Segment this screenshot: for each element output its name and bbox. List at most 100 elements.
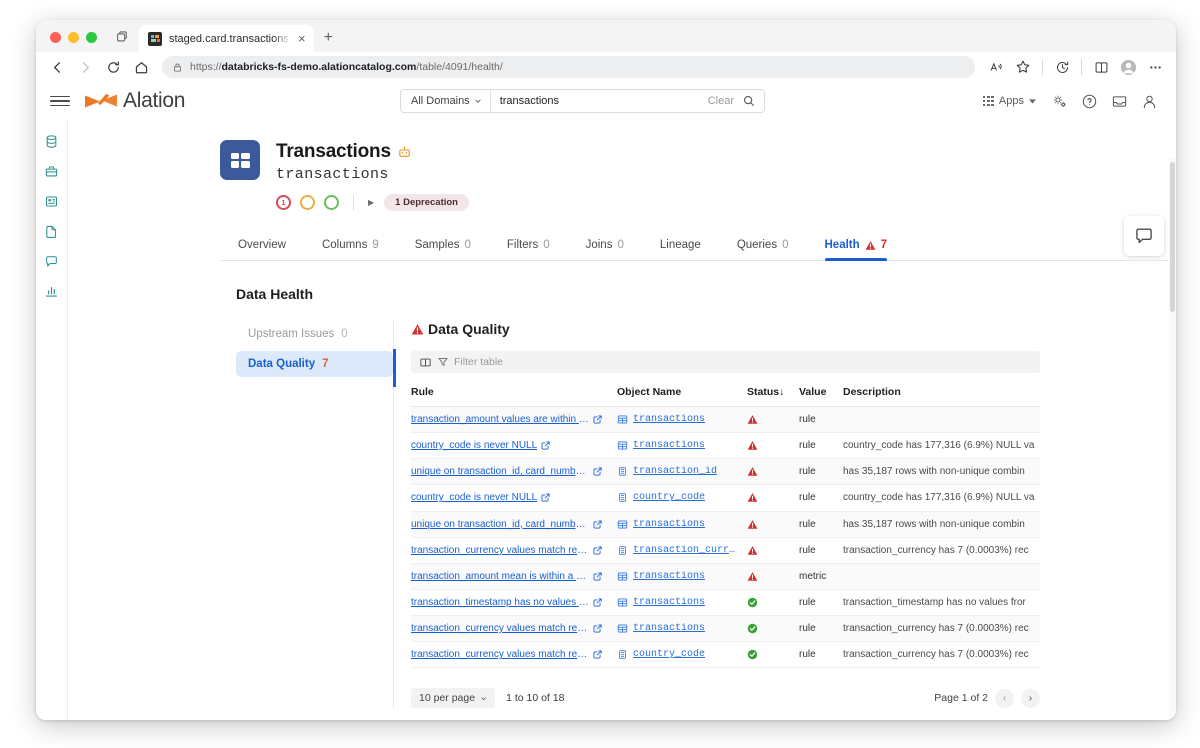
- close-tab-button[interactable]: ×: [298, 32, 306, 45]
- settings-gears-icon[interactable]: [1046, 88, 1072, 114]
- rule-link[interactable]: transaction_currency values match regex…: [411, 649, 589, 660]
- column-header-status[interactable]: Status↓: [747, 380, 799, 407]
- page-scrollbar[interactable]: [1169, 158, 1176, 720]
- tab-samples[interactable]: Samples 0: [397, 233, 489, 260]
- rule-link[interactable]: unique on transaction_id, card_number a…: [411, 466, 589, 477]
- tab-queries[interactable]: Queries 0: [719, 233, 807, 260]
- maximize-window-button[interactable]: [86, 32, 97, 43]
- profile-icon[interactable]: [1115, 54, 1141, 80]
- object-link[interactable]: transactions: [633, 571, 705, 582]
- history-icon[interactable]: [1049, 54, 1075, 80]
- external-link-icon[interactable]: [593, 572, 602, 581]
- settings-more-icon[interactable]: [1142, 54, 1168, 80]
- database-icon[interactable]: [41, 130, 63, 152]
- object-link[interactable]: transactions: [633, 519, 705, 530]
- back-icon[interactable]: [44, 54, 70, 80]
- document-icon[interactable]: [41, 220, 63, 242]
- tab-joins[interactable]: Joins 0: [568, 233, 642, 260]
- column-header-rule[interactable]: Rule: [411, 380, 617, 407]
- user-account-icon[interactable]: [1136, 88, 1162, 114]
- tab-lineage[interactable]: Lineage: [642, 233, 719, 260]
- column-header-object-name[interactable]: Object Name: [617, 380, 747, 407]
- new-tab-button[interactable]: +: [314, 29, 333, 52]
- object-link[interactable]: transactions: [633, 414, 705, 425]
- object-link[interactable]: transaction_id: [633, 466, 717, 477]
- external-link-icon[interactable]: [593, 520, 602, 529]
- tab-overview[interactable]: Overview: [220, 233, 304, 260]
- rule-link[interactable]: transaction_amount mean is within a pre…: [411, 571, 589, 582]
- column-header-value[interactable]: Value: [799, 380, 843, 407]
- rule-link[interactable]: transaction_timestamp has no values fro…: [411, 597, 589, 608]
- table-row[interactable]: transaction_currency values match regex……: [411, 537, 1040, 564]
- rule-link[interactable]: country_code is never NULL: [411, 492, 537, 503]
- inbox-icon[interactable]: [1106, 88, 1132, 114]
- object-link[interactable]: transaction_currency: [633, 545, 741, 556]
- feedback-chat-icon[interactable]: [1124, 216, 1164, 256]
- rule-link[interactable]: country_code is never NULL: [411, 440, 537, 451]
- close-window-button[interactable]: [50, 32, 61, 43]
- external-link-icon[interactable]: [541, 493, 550, 502]
- tab-health[interactable]: Health 7: [807, 233, 906, 261]
- status-badge[interactable]: 1: [276, 195, 291, 210]
- external-link-icon[interactable]: [593, 546, 602, 555]
- status-badge[interactable]: [324, 195, 339, 210]
- apps-menu-button[interactable]: Apps: [977, 95, 1042, 107]
- object-link[interactable]: transactions: [633, 597, 705, 608]
- external-link-icon[interactable]: [593, 650, 602, 659]
- expand-caret-icon[interactable]: ▶: [368, 198, 374, 207]
- browser-tab[interactable]: staged.card.transactions | Tab ×: [139, 25, 314, 52]
- rule-link[interactable]: unique on transaction_id, card_number a…: [411, 519, 589, 530]
- external-link-icon[interactable]: [593, 467, 602, 476]
- conversation-icon[interactable]: [41, 250, 63, 272]
- search-input[interactable]: transactions: [491, 95, 701, 107]
- previous-page-button[interactable]: ‹: [995, 688, 1014, 708]
- home-icon[interactable]: [128, 54, 154, 80]
- next-page-button[interactable]: ›: [1021, 688, 1040, 708]
- table-row[interactable]: country_code is never NULL country_code ru…: [411, 484, 1040, 512]
- table-row[interactable]: transaction_timestamp has no values fro……: [411, 589, 1040, 617]
- reload-icon[interactable]: [100, 54, 126, 80]
- filter-table-input[interactable]: Filter table: [454, 356, 503, 368]
- tab-columns[interactable]: Columns 9: [304, 233, 397, 260]
- table-row[interactable]: transaction_amount values are within th……: [411, 406, 1040, 434]
- split-screen-icon[interactable]: [1088, 54, 1114, 80]
- sidebar-item-upstream-issues[interactable]: Upstream Issues 0: [236, 321, 393, 347]
- tab-actions-icon[interactable]: [109, 26, 135, 48]
- read-aloud-icon[interactable]: [983, 54, 1009, 80]
- rule-link[interactable]: transaction_amount values are within th…: [411, 414, 589, 425]
- analytics-icon[interactable]: [41, 280, 63, 302]
- per-page-selector[interactable]: 10 per page: [411, 688, 496, 709]
- minimize-window-button[interactable]: [68, 32, 79, 43]
- rule-link[interactable]: transaction_currency values match regex…: [411, 623, 589, 634]
- global-search[interactable]: All Domains transactions Clear: [400, 89, 765, 113]
- column-header-description[interactable]: Description: [843, 380, 1040, 407]
- object-link[interactable]: country_code: [633, 492, 705, 503]
- object-link[interactable]: country_code: [633, 649, 705, 660]
- help-icon[interactable]: [1076, 88, 1102, 114]
- alation-logo[interactable]: Alation: [84, 89, 185, 113]
- table-row[interactable]: transaction_amount mean is within a pre……: [411, 563, 1040, 590]
- object-link[interactable]: transactions: [633, 440, 705, 451]
- table-row[interactable]: transaction_currency values match regex……: [411, 641, 1040, 669]
- columns-toggle-icon[interactable]: [419, 356, 432, 369]
- external-link-icon[interactable]: [593, 415, 602, 424]
- domain-selector[interactable]: All Domains: [401, 90, 491, 112]
- address-bar[interactable]: https://databricks-fs-demo.alationcatalo…: [162, 56, 975, 78]
- table-row[interactable]: country_code is never NULL transactions ru…: [411, 432, 1040, 460]
- object-link[interactable]: transactions: [633, 623, 705, 634]
- article-icon[interactable]: [41, 190, 63, 212]
- external-link-icon[interactable]: [593, 598, 602, 607]
- search-icon[interactable]: [741, 95, 764, 107]
- sidebar-item-data-quality[interactable]: Data Quality 7: [236, 351, 393, 377]
- clear-search-button[interactable]: Clear: [701, 95, 741, 107]
- rule-link[interactable]: transaction_currency values match regex…: [411, 545, 589, 556]
- filter-funnel-icon[interactable]: [437, 356, 449, 368]
- status-badge[interactable]: [300, 195, 315, 210]
- external-link-icon[interactable]: [593, 624, 602, 633]
- favorite-star-icon[interactable]: [1010, 54, 1036, 80]
- hamburger-menu-icon[interactable]: [50, 95, 70, 107]
- external-link-icon[interactable]: [541, 441, 550, 450]
- briefcase-icon[interactable]: [41, 160, 63, 182]
- table-row[interactable]: unique on transaction_id, card_number a……: [411, 458, 1040, 486]
- table-row[interactable]: transaction_currency values match regex……: [411, 615, 1040, 643]
